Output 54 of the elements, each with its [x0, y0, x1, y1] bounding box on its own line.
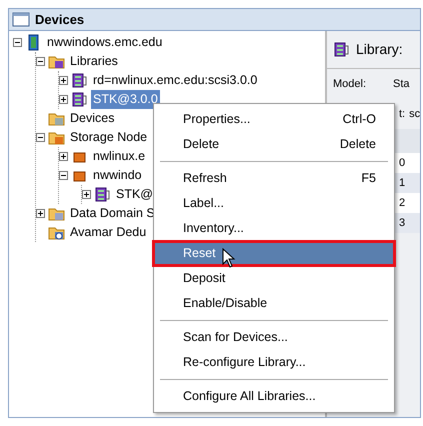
expand-toggle[interactable]: [59, 95, 68, 104]
tree-item[interactable]: rd=nwlinux.emc.edu:scsi3.0.0: [91, 71, 260, 90]
tree-item[interactable]: Libraries: [68, 52, 120, 71]
menu-item[interactable]: Enable/Disable: [154, 291, 394, 316]
tree-item[interactable]: nwlinux.e: [91, 147, 148, 166]
tree-item[interactable]: STK@: [114, 185, 155, 204]
plus-icon: [37, 210, 44, 217]
window-icon: [12, 12, 30, 27]
expand-toggle[interactable]: [59, 152, 68, 161]
table-cell-text: 0: [399, 156, 406, 171]
menu-item[interactable]: Re-configure Library...: [154, 350, 394, 375]
library-icon: [94, 186, 111, 203]
window-title: Devices: [35, 10, 84, 29]
minus-icon: [14, 39, 21, 46]
collapse-toggle[interactable]: [36, 57, 45, 66]
tree-item[interactable]: Avamar Dedu: [68, 223, 148, 242]
menu-item[interactable]: Inventory...: [154, 216, 394, 241]
mouse-pointer-icon: [222, 248, 236, 268]
expand-toggle[interactable]: [82, 190, 91, 199]
expand-toggle[interactable]: [36, 209, 45, 218]
field-label: t:: [399, 106, 406, 122]
collapse-toggle[interactable]: [36, 133, 45, 142]
library-icon: [333, 41, 350, 58]
field-value: Sta: [393, 76, 410, 92]
menu-item[interactable]: Properties... Ctrl-O: [154, 107, 394, 132]
library-icon: [71, 72, 88, 89]
collapse-toggle[interactable]: [59, 171, 68, 180]
tree-item[interactable]: Storage Node: [68, 128, 150, 147]
table-cell-text: 2: [399, 196, 406, 211]
tree-item[interactable]: nwwindo: [91, 166, 144, 185]
plus-icon: [83, 191, 90, 198]
expand-toggle[interactable]: [59, 76, 68, 85]
plus-icon: [60, 153, 67, 160]
library-icon: [71, 91, 88, 108]
menu-item[interactable]: Scan for Devices...: [154, 325, 394, 350]
plus-icon: [60, 96, 67, 103]
menu-item[interactable]: Label...: [154, 191, 394, 216]
menu-item[interactable]: Deposit: [154, 266, 394, 291]
minus-icon: [37, 58, 44, 65]
tree-item[interactable]: nwwindows.emc.edu: [45, 33, 164, 52]
table-cell-text: 1: [399, 176, 406, 191]
tree-item[interactable]: STK@3.0.0: [91, 90, 160, 109]
detail-title: Library:: [356, 40, 403, 59]
table-cell-text: 3: [399, 216, 406, 231]
field-label: Model:: [333, 76, 368, 92]
collapse-toggle[interactable]: [13, 38, 22, 47]
menu-item[interactable]: Configure All Libraries...: [154, 384, 394, 409]
plus-icon: [60, 77, 67, 84]
tree-item[interactable]: Devices: [68, 109, 116, 128]
menu-item[interactable]: Refresh F5: [154, 166, 394, 191]
minus-icon: [60, 172, 67, 179]
minus-icon: [37, 134, 44, 141]
field-value: sc: [409, 106, 420, 122]
menu-item[interactable]: Delete Delete: [154, 132, 394, 157]
